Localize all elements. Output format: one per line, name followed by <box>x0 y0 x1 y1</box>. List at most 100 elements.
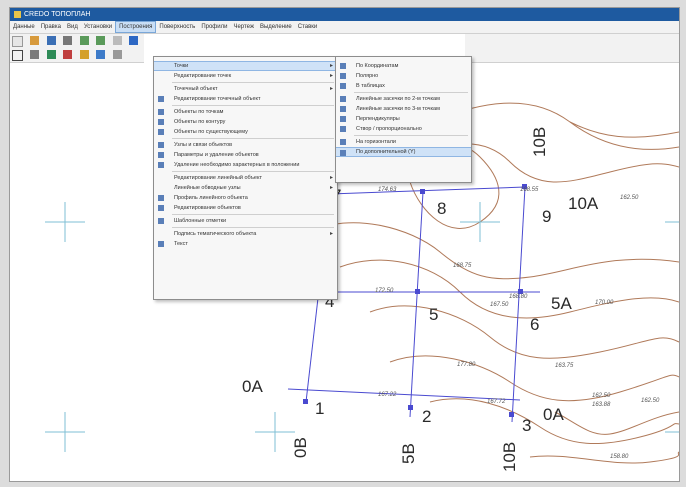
menu-row[interactable]: Объекты по существующему <box>154 127 337 137</box>
menu-row-label: По дополнительной (Y) <box>356 149 416 155</box>
profile-icon <box>158 195 164 201</box>
template-icon <box>158 218 164 224</box>
new-icon[interactable] <box>12 36 23 47</box>
cut-icon[interactable] <box>112 36 122 45</box>
submenu-arrow-icon: ▸ <box>329 185 333 191</box>
grid-label-10b-top: 10B <box>530 126 549 157</box>
menu-item[interactable]: Выделение <box>257 21 295 33</box>
menu-row-label: Линейные засечки по 2-м точкам <box>356 96 440 102</box>
menu-row[interactable]: В таблицах <box>336 81 471 91</box>
points-submenu: По Координатам Полярно В таблицах Линейные … <box>335 56 472 183</box>
menu-item[interactable]: Данные <box>10 21 38 33</box>
zoom-out-icon[interactable] <box>63 50 73 59</box>
menu-row-label: Линейные обводные узлы <box>174 185 241 191</box>
elevation-label: 167.22 <box>378 392 397 398</box>
menu-row[interactable]: Удаление необходимо характерных в положе… <box>154 160 337 170</box>
existing-object-icon <box>158 129 164 135</box>
menu-row[interactable]: Параметры и удаление объектов <box>154 150 337 160</box>
menu-row[interactable]: Перпендикуляры <box>336 114 471 124</box>
elevation-label: 172.50 <box>375 288 394 294</box>
elevation-label: 162.50 <box>620 195 639 201</box>
menu-item[interactable]: Установки <box>81 21 115 33</box>
menu-item[interactable]: Правка <box>38 21 64 33</box>
grid-label-0a: 0A <box>242 377 263 396</box>
menu-item[interactable]: Поверхность <box>156 21 198 33</box>
elevation-label: 167.72 <box>487 399 506 405</box>
point-label-9: 9 <box>542 207 552 226</box>
menu-row[interactable]: Редактирование точечный объект <box>154 94 337 104</box>
menu-row-label: Линейные засечки по 3-м точкам <box>356 106 440 112</box>
menu-row[interactable]: На горизонтали <box>336 137 471 147</box>
toolbar-right-area <box>465 34 679 63</box>
select-icon[interactable] <box>12 50 23 61</box>
elevation-label: 177.80 <box>457 362 476 368</box>
menu-row[interactable]: По Координатам <box>336 61 471 71</box>
save-icon[interactable] <box>46 36 56 45</box>
elevation-label: 162.50 <box>641 398 660 404</box>
menu-row-label: Шаблонные отметки <box>174 218 227 224</box>
menu-separator <box>354 135 468 136</box>
menu-row[interactable]: Полярно <box>336 71 471 81</box>
menu-row[interactable]: Редактирование точек ▸ <box>154 71 337 81</box>
edit-objects-icon <box>158 205 164 211</box>
menu-item[interactable]: Чертеж <box>230 21 257 33</box>
contour-object-icon <box>158 119 164 125</box>
menu-row[interactable]: Створ / пропорционально <box>336 124 471 134</box>
menu-row-label: Профиль линейного объекта <box>174 195 248 201</box>
elevation-label: 167.50 <box>490 302 509 308</box>
redo-icon[interactable] <box>96 36 106 45</box>
elevation-label: 168.80 <box>509 294 528 300</box>
menu-row[interactable]: Линейные засечки по 2-м точкам <box>336 94 471 104</box>
menu-item[interactable]: Вид <box>64 21 81 33</box>
table-icon <box>340 83 346 89</box>
menu-bar: Данные Правка Вид Установки Построения Поверх… <box>10 21 679 34</box>
menu-row[interactable]: Шаблонные отметки <box>154 216 337 226</box>
menu-row-label: Текст <box>174 241 188 247</box>
grid-label-10a: 10A <box>568 194 599 213</box>
open-icon[interactable] <box>30 36 40 45</box>
submenu-arrow-icon: ▸ <box>329 175 333 181</box>
menu-row-label: Подпись тематического объекта <box>174 231 257 237</box>
crosshairs <box>45 202 679 452</box>
nodes-icon <box>158 142 164 148</box>
menu-row[interactable]: Линейные обводные узлы ▸ <box>154 183 337 193</box>
menu-row[interactable]: Подпись тематического объекта ▸ <box>154 229 337 239</box>
layers-icon[interactable] <box>96 50 106 59</box>
measure-icon[interactable] <box>79 50 89 59</box>
menu-item[interactable]: Ставки <box>295 21 321 33</box>
pan-icon[interactable] <box>30 50 40 59</box>
menu-row[interactable]: Редактирование линейный объект ▸ <box>154 173 337 183</box>
menu-row-label: Объекты по существующему <box>174 129 248 135</box>
menu-item[interactable]: Построения <box>115 21 157 33</box>
menu-row[interactable]: Точечный объект ▸ <box>154 84 337 94</box>
menu-row-label: Точечный объект <box>174 86 218 92</box>
application-window: CREDO ТОПОПЛАН Данные Правка Вид Установки П… <box>9 7 680 482</box>
print-icon[interactable] <box>63 36 73 45</box>
menu-separator <box>172 138 334 139</box>
menu-row[interactable]: Текст <box>154 239 337 249</box>
point-label-2: 2 <box>422 407 432 426</box>
undo-icon[interactable] <box>79 36 89 45</box>
grid-label-5b: 5B <box>399 443 418 464</box>
menu-row[interactable]: Точки ▸ <box>154 61 337 71</box>
menu-row-label: По Координатам <box>356 63 399 69</box>
menu-row[interactable]: Узлы и связи объектов <box>154 140 337 150</box>
points-object-icon <box>158 109 164 115</box>
copy-icon[interactable] <box>129 36 139 45</box>
menu-item[interactable]: Профили <box>198 21 230 33</box>
menu-row[interactable]: Линейные засечки по 3-м точкам <box>336 104 471 114</box>
menu-row-label: Редактирование объектов <box>174 205 241 211</box>
menu-row[interactable]: Редактирование объектов <box>154 203 337 213</box>
menu-row-label: Объекты по контуру <box>174 119 226 125</box>
menu-row[interactable]: Профиль линейного объекта <box>154 193 337 203</box>
menu-row[interactable]: По дополнительной (Y) <box>336 147 471 157</box>
menu-separator <box>172 171 334 172</box>
menu-row[interactable]: Объекты по точкам <box>154 107 337 117</box>
grid-icon[interactable] <box>112 50 122 59</box>
edit-point-icon <box>158 96 164 102</box>
menu-row[interactable]: Объекты по контуру <box>154 117 337 127</box>
app-logo-icon <box>14 10 21 18</box>
menu-row-label: Редактирование точек <box>174 73 232 79</box>
menu-row-label: Перпендикуляры <box>356 116 400 122</box>
zoom-in-icon[interactable] <box>46 50 56 59</box>
